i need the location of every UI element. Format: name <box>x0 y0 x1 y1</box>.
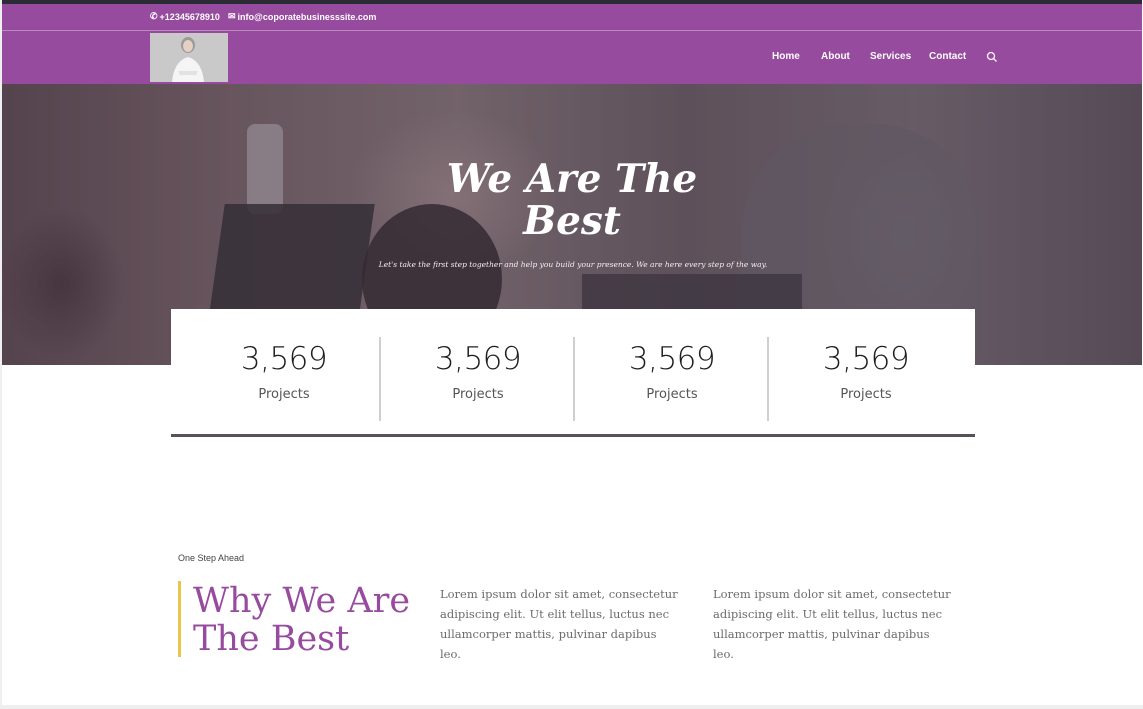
main-navigation: Home About Services Contact <box>2 30 1142 84</box>
why-heading: Why We Are The Best <box>193 582 433 658</box>
site-logo[interactable] <box>150 33 228 82</box>
stat-value: 3,569 <box>434 341 522 377</box>
phone-number: +12345678910 <box>159 11 220 22</box>
page: ✆ +12345678910 ✉ info@coporatebusinesssi… <box>2 0 1142 705</box>
email-contact[interactable]: ✉ info@coporatebusinesssite.com <box>228 11 376 22</box>
stat-value: 3,569 <box>822 341 910 377</box>
hero-title-line2: Best <box>523 198 621 244</box>
hero-title: We Are The Best <box>2 158 1142 242</box>
phone-contact[interactable]: ✆ +12345678910 <box>150 11 220 22</box>
why-heading-block: Why We Are The Best <box>178 581 433 658</box>
envelope-icon: ✉ <box>228 11 236 21</box>
stat-label: Projects <box>646 387 698 402</box>
why-text-column-1: Lorem ipsum dolor sit amet, consectetur … <box>440 587 678 661</box>
nav-item-services[interactable]: Services <box>870 51 911 62</box>
stats-panel: 3,569 Projects 3,569 Projects 3,569 Proj… <box>171 309 975 437</box>
why-heading-line1: Why We Are <box>193 581 411 621</box>
stat-value: 3,569 <box>240 341 328 377</box>
why-heading-line2: The Best <box>193 619 350 659</box>
bottom-scroll-edge <box>0 705 1143 709</box>
phone-icon: ✆ <box>150 11 158 21</box>
stat-label: Projects <box>840 387 892 402</box>
stat-item: 3,569 Projects <box>381 337 575 421</box>
stat-value: 3,569 <box>628 341 716 377</box>
contact-topbar: ✆ +12345678910 ✉ info@coporatebusinesssi… <box>2 4 1142 30</box>
nav-item-contact[interactable]: Contact <box>929 51 966 62</box>
stat-item: 3,569 Projects <box>575 337 769 421</box>
stat-label: Projects <box>258 387 310 402</box>
email-address: info@coporatebusinesssite.com <box>237 11 377 22</box>
stat-label: Projects <box>452 387 504 402</box>
section-eyebrow: One Step Ahead <box>178 553 245 563</box>
stat-item: 3,569 Projects <box>187 337 381 421</box>
hero-subtitle: Let's take the first step together and h… <box>378 260 768 269</box>
nav-item-home[interactable]: Home <box>772 51 800 62</box>
nav-item-about[interactable]: About <box>821 51 850 62</box>
stat-item: 3,569 Projects <box>769 337 963 421</box>
logo-portrait-image <box>150 33 228 82</box>
hero-title-line1: We Are The <box>446 156 698 202</box>
search-icon[interactable] <box>986 50 998 62</box>
why-text-column-2: Lorem ipsum dolor sit amet, consectetur … <box>713 587 951 661</box>
